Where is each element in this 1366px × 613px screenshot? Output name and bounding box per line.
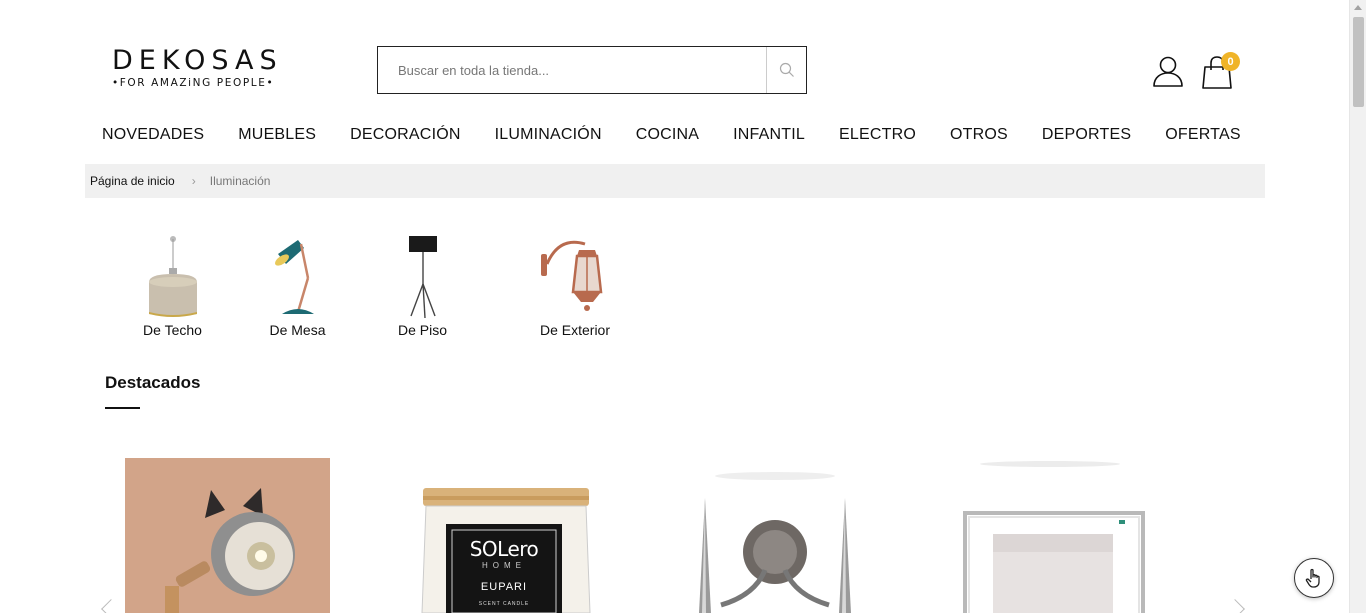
featured-products-carousel: SOLero HOME EUPARI SCENT CANDLE [0, 440, 1349, 613]
nav-item-muebles[interactable]: MUEBLES [221, 120, 333, 152]
nav-item-electro[interactable]: ELECTRO [822, 120, 933, 152]
candle-small-text: SCENT CANDLE [478, 601, 530, 607]
category-label: De Exterior [539, 322, 611, 338]
breadcrumb: Página de inicio › Iluminación [85, 164, 1265, 198]
search-input[interactable] [378, 47, 766, 93]
breadcrumb-home-link[interactable]: Página de inicio [90, 174, 175, 188]
square-lamp-image [963, 461, 1145, 613]
candle-variant-text: EUPARI [480, 581, 528, 593]
category-de-techo[interactable]: De Techo [110, 232, 235, 338]
search-bar [377, 46, 807, 94]
product-card-1[interactable] [125, 458, 330, 613]
page-scrollbar[interactable] [1349, 0, 1366, 613]
nav-item-iluminacion[interactable]: ILUMINACIÓN [478, 120, 619, 152]
user-icon [1153, 56, 1183, 87]
category-de-mesa[interactable]: De Mesa [235, 232, 360, 338]
desk-lamp-image [274, 240, 314, 314]
nav-item-decoracion[interactable]: DECORACIÓN [333, 120, 477, 152]
site-logo[interactable]: DEKOSAS •FOR AMAZiNG PEOPLE• [112, 47, 292, 93]
search-button[interactable] [766, 47, 806, 93]
scroll-up-arrow[interactable] [1354, 5, 1362, 10]
nav-item-cocina[interactable]: COCINA [619, 120, 716, 152]
category-label: De Piso [397, 322, 448, 338]
featured-underline [105, 407, 140, 409]
account-button[interactable] [1152, 55, 1184, 87]
cart-count-badge: 0 [1221, 52, 1240, 71]
pendant-lamp-image [148, 236, 197, 317]
wall-lantern-image [541, 240, 603, 311]
chrome-wall-sconce-image [699, 472, 851, 613]
logo-tagline: •FOR AMAZiNG PEOPLE• [112, 77, 275, 89]
category-de-exterior[interactable]: De Exterior [500, 232, 650, 338]
product-card-2[interactable]: SOLero HOME EUPARI SCENT CANDLE [410, 484, 600, 613]
nav-item-novedades[interactable]: NOVEDADES [85, 120, 221, 152]
product-card-4[interactable] [945, 460, 1155, 613]
nav-item-otros[interactable]: OTROS [933, 120, 1025, 152]
scrollbar-thumb[interactable] [1353, 17, 1364, 107]
nav-item-ofertas[interactable]: OFERTAS [1148, 120, 1258, 152]
cat-ear-lamp-image [125, 458, 330, 613]
breadcrumb-current: Iluminación [209, 174, 271, 188]
product-card-3[interactable] [665, 470, 885, 613]
search-icon [779, 62, 794, 77]
candle-sub-text: HOME [482, 561, 526, 570]
breadcrumb-separator: › [191, 174, 196, 188]
accessibility-button[interactable] [1294, 558, 1334, 598]
cart-button[interactable]: 0 [1202, 52, 1242, 89]
main-nav: NOVEDADES MUEBLES DECORACIÓN ILUMINACIÓN… [85, 120, 1258, 152]
category-label: De Techo [143, 322, 202, 338]
logo-brand: DEKOSAS [112, 45, 283, 76]
nav-item-deportes[interactable]: DEPORTES [1025, 120, 1148, 152]
candle-brand-text: SOLero [469, 537, 539, 561]
floor-lamp-image [408, 236, 437, 318]
featured-title: Destacados [105, 373, 201, 392]
category-de-piso[interactable]: De Piso [360, 232, 485, 338]
nav-item-infantil[interactable]: INFANTIL [716, 120, 822, 152]
category-label: De Mesa [269, 322, 326, 338]
subcategory-list: De Techo De Mesa De Piso De Exterior [110, 232, 650, 338]
hand-pointer-icon [1305, 568, 1320, 588]
